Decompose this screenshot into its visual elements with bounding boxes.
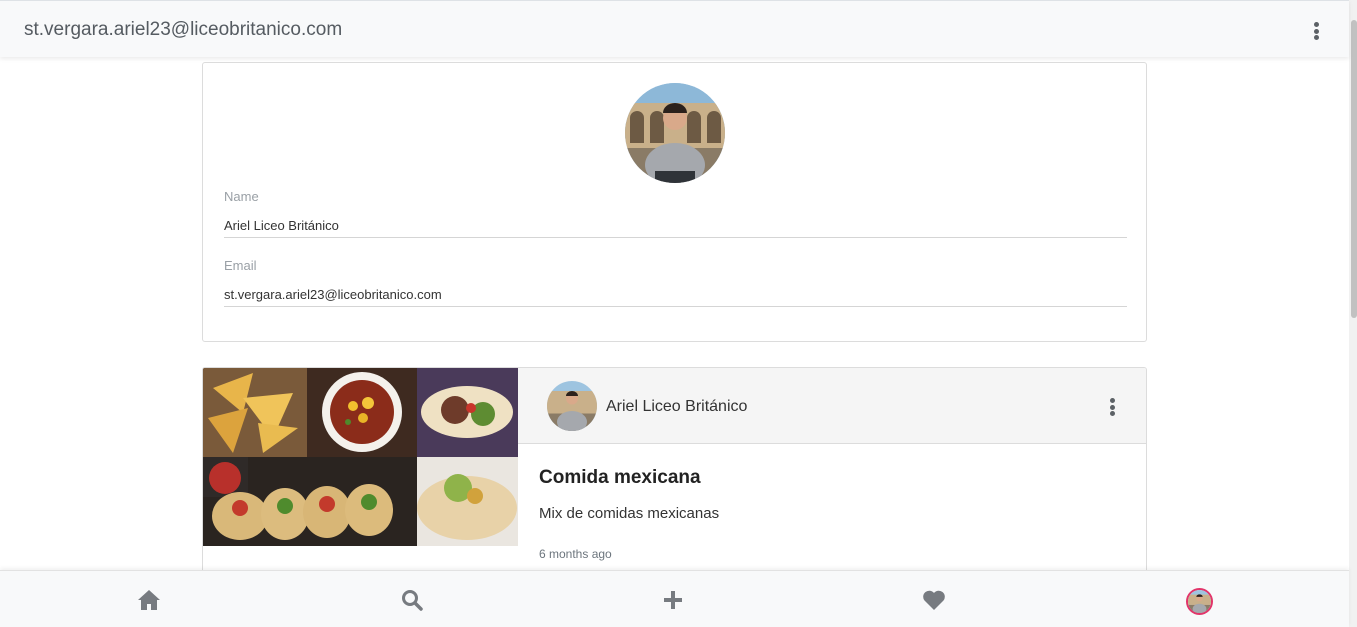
post-kebab-menu-icon[interactable] bbox=[1104, 396, 1120, 418]
post-author-avatar[interactable] bbox=[547, 381, 597, 431]
post-description: Mix de comidas mexicanas bbox=[539, 505, 720, 522]
profile-avatar-image[interactable] bbox=[625, 83, 725, 183]
profile-avatar[interactable] bbox=[1186, 588, 1213, 615]
name-field[interactable]: Ariel Liceo Británico bbox=[224, 218, 1127, 238]
post-author-name[interactable]: Ariel Liceo Británico bbox=[606, 398, 747, 416]
email-field[interactable]: st.vergara.ariel23@liceobritanico.com bbox=[224, 287, 1127, 307]
profile-card: Name Ariel Liceo Británico Email st.verg… bbox=[202, 62, 1147, 342]
kebab-menu-icon[interactable] bbox=[1308, 20, 1324, 42]
post-header: Ariel Liceo Británico bbox=[518, 368, 1146, 444]
account-email-title: st.vergara.ariel23@liceobritanico.com bbox=[24, 19, 343, 40]
top-app-bar: st.vergara.ariel23@liceobritanico.com bbox=[0, 0, 1349, 57]
heart-icon[interactable] bbox=[920, 587, 948, 613]
post-title: Comida mexicana bbox=[539, 467, 701, 488]
home-icon[interactable] bbox=[135, 587, 163, 613]
post-timestamp: 6 months ago bbox=[539, 547, 612, 561]
email-label: Email bbox=[224, 258, 257, 273]
search-icon[interactable] bbox=[398, 587, 426, 613]
scrollbar-thumb[interactable] bbox=[1351, 20, 1357, 318]
name-label: Name bbox=[224, 189, 259, 204]
post-image[interactable] bbox=[203, 368, 518, 546]
post-card: Ariel Liceo Británico Comida mexicana Mi… bbox=[202, 367, 1147, 587]
bottom-navigation bbox=[0, 570, 1349, 627]
plus-icon[interactable] bbox=[659, 587, 687, 613]
